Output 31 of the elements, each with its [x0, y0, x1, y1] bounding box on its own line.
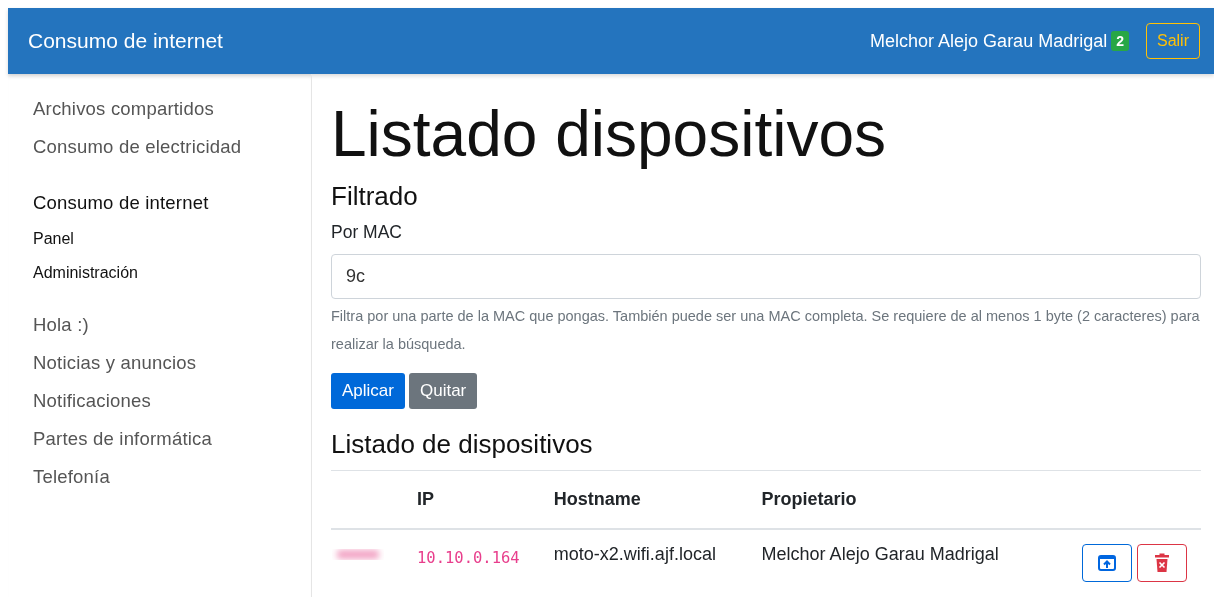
- field-label: Por MAC: [331, 221, 403, 243]
- sidebar-item[interactable]: Consumo de internet: [33, 184, 311, 222]
- ip-address: 10.10.0.164: [417, 548, 520, 567]
- remove-button[interactable]: Quitar: [408, 372, 478, 409]
- upload-window-icon: [1097, 552, 1117, 573]
- sidebar-item[interactable]: Partes de informática: [33, 420, 311, 458]
- sidebar-item[interactable]: Telefonía: [33, 458, 311, 496]
- section-heading: Filtrado: [331, 180, 419, 212]
- sidebar-item[interactable]: Consumo de electricidad: [33, 128, 311, 166]
- sidebar-item[interactable]: Hola :): [33, 306, 311, 344]
- sidebar-subitem[interactable]: Panel: [33, 222, 311, 256]
- column-header: IP: [417, 470, 554, 529]
- sidebar-subitem[interactable]: Administración: [33, 256, 311, 290]
- trash-icon: [1154, 552, 1170, 573]
- table-cell: Melchor Alejo Garau Madrigal: [761, 543, 999, 564]
- sidebar-item[interactable]: Archivos compartidos: [33, 90, 311, 128]
- column-header: Hostname: [553, 470, 762, 529]
- sidebar-item[interactable]: Notificaciones: [33, 382, 311, 420]
- brand-title[interactable]: Consumo de internet: [28, 29, 223, 53]
- column-header: Propietario: [761, 470, 1059, 529]
- mac-filter-field[interactable]: 9c: [331, 253, 1201, 299]
- help-text: Filtra por una parte de la MAC que pongas. También puede ser una MAC completa. Se requiere de al menos 1 byte (2 caracteres) para realizar la búsqueda.: [331, 306, 1201, 354]
- user-name: Melchor Alejo Garau Madrigal: [870, 30, 1108, 52]
- sidebar-item[interactable]: Noticias y anuncios: [33, 344, 311, 382]
- open-button[interactable]: [1082, 543, 1132, 582]
- apply-button[interactable]: Aplicar: [331, 372, 405, 409]
- delete-button[interactable]: [1137, 543, 1187, 582]
- section-heading: Listado de dispositivos: [331, 428, 594, 460]
- notification-count: 2: [1111, 31, 1129, 51]
- page-title: Listado dispositivos: [331, 97, 887, 172]
- table-cell: moto-x2.wifi.ajf.local: [553, 543, 716, 564]
